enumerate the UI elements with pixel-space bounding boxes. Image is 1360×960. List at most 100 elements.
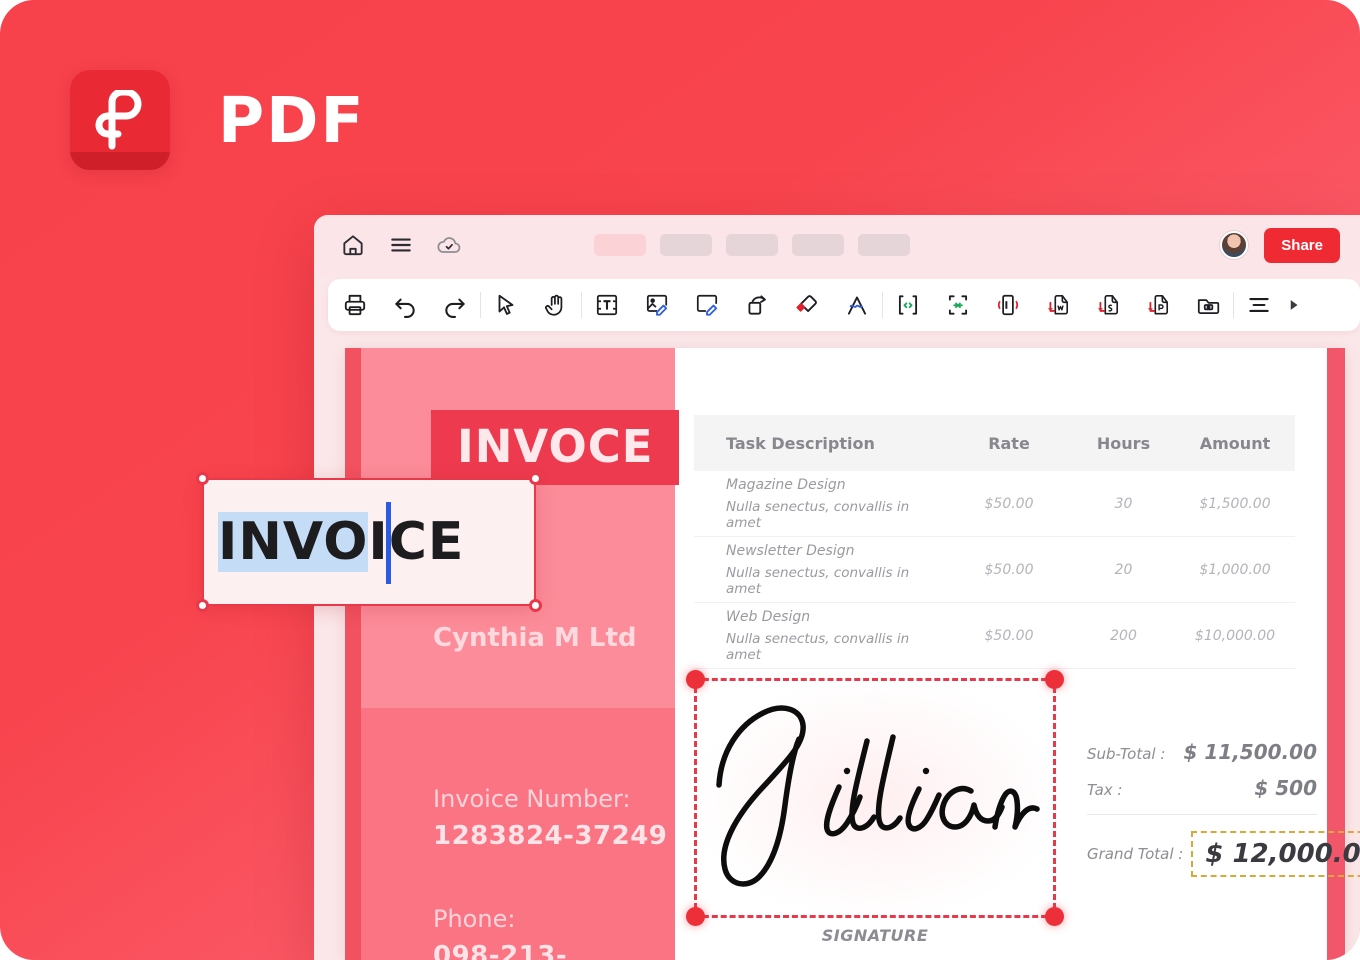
window-chrome-bar: Share	[314, 215, 1360, 275]
organize-pages-icon[interactable]	[1195, 292, 1221, 318]
document-page[interactable]: INVOCE Cynthia M Ltd Invoice Number: 128…	[345, 348, 1360, 960]
pdf-logo-icon	[70, 70, 170, 170]
tab-4[interactable]	[792, 234, 844, 256]
edit-handle-top-left[interactable]	[196, 472, 209, 485]
editing-toolbar	[328, 279, 1360, 331]
task-hours: 200	[1110, 627, 1137, 644]
line-items-table: Task Description Rate Hours Amount Magaz…	[694, 415, 1295, 669]
redo-icon[interactable]	[442, 292, 468, 318]
task-description: Nulla senectus, convallis in amet	[726, 498, 910, 531]
subtotal-label: Sub-Total :	[1087, 745, 1166, 763]
edit-handle-top-right[interactable]	[529, 472, 542, 485]
subtotal-value: $ 11,500.00	[1183, 740, 1318, 764]
column-header-rate: Rate	[988, 433, 1030, 453]
logo-foot	[70, 152, 170, 170]
phone-value: 098-213-892319	[433, 941, 568, 960]
task-rate: $50.00	[984, 627, 1034, 644]
signature-handle-top-left[interactable]	[686, 670, 705, 689]
task-hours: 20	[1114, 561, 1133, 578]
merge-pages-icon[interactable]	[945, 292, 971, 318]
invoice-left-panel: INVOCE Cynthia M Ltd Invoice Number: 128…	[361, 348, 680, 960]
column-header-amount: Amount	[1199, 433, 1271, 453]
export-excel-icon[interactable]	[1095, 292, 1121, 318]
grand-total-row: Grand Total : $ 12,000.00	[1087, 831, 1360, 877]
signature-handle-bottom-left[interactable]	[686, 907, 705, 926]
avatar[interactable]	[1220, 231, 1249, 259]
remaining-text: ICE	[368, 512, 465, 572]
subtotal-row: Sub-Total : $ 11,500.00	[1087, 740, 1317, 764]
table-row[interactable]: Newsletter Design Nulla senectus, conval…	[694, 537, 1295, 603]
select-cursor-icon[interactable]	[493, 292, 519, 318]
signature-handle-top-right[interactable]	[1045, 670, 1064, 689]
task-hours: 30	[1114, 495, 1133, 512]
table-row[interactable]: Magazine Design Nulla senectus, convalli…	[694, 471, 1295, 537]
task-amount: $10,000.00	[1194, 627, 1276, 644]
chrome-icon-group	[340, 232, 462, 258]
invoice-number-value: 1283824-37249	[433, 821, 668, 851]
signature-caption: SIGNATURE	[821, 926, 929, 945]
signature-handle-bottom-right[interactable]	[1045, 907, 1064, 926]
signature-image	[716, 705, 1040, 887]
rotate-object-icon[interactable]	[744, 292, 770, 318]
task-amount: $1,000.00	[1199, 561, 1271, 578]
selected-text: INVO	[218, 512, 369, 572]
menu-icon[interactable]	[388, 232, 414, 258]
brand: PDF	[70, 70, 366, 170]
cloud-check-icon[interactable]	[436, 232, 462, 258]
pan-hand-icon[interactable]	[543, 292, 569, 318]
task-rate: $50.00	[984, 561, 1034, 578]
column-header-task-description: Task Description	[726, 433, 875, 453]
tab-3[interactable]	[726, 234, 778, 256]
tab-placeholders	[594, 234, 910, 256]
task-amount: $1,500.00	[1199, 495, 1271, 512]
task-description: Nulla senectus, convallis in amet	[726, 630, 910, 663]
edit-handle-bottom-left[interactable]	[196, 599, 209, 612]
column-header-hours: Hours	[1096, 433, 1151, 453]
text-edit-value[interactable]: INVOICE	[218, 512, 464, 572]
signature-selection-box[interactable]	[686, 670, 1064, 926]
totals-divider	[1087, 814, 1317, 815]
add-text-box-icon[interactable]	[594, 292, 620, 318]
export-word-icon[interactable]	[1045, 292, 1071, 318]
task-name: Newsletter Design	[726, 542, 855, 559]
grand-total-value[interactable]: $ 12,000.00	[1191, 831, 1360, 877]
edit-page-icon[interactable]	[694, 292, 720, 318]
text-edit-box[interactable]: INVOICE	[196, 472, 542, 612]
compress-pdf-icon[interactable]	[995, 292, 1021, 318]
split-pages-icon[interactable]	[895, 292, 921, 318]
phone-label: Phone:	[433, 905, 516, 933]
align-text-icon[interactable]	[1246, 292, 1272, 318]
tax-value: $ 500	[1254, 776, 1317, 800]
tax-row: Tax : $ 500	[1087, 776, 1317, 800]
task-name: Magazine Design	[726, 476, 846, 493]
table-row[interactable]: Web Design Nulla senectus, convallis in …	[694, 603, 1295, 669]
table-header-row: Task Description Rate Hours Amount	[694, 415, 1295, 471]
signature-curve-icon[interactable]	[844, 292, 870, 318]
invoice-title-background[interactable]: INVOCE	[431, 410, 680, 485]
more-tools-icon[interactable]	[1284, 296, 1302, 314]
tax-label: Tax :	[1087, 781, 1123, 799]
company-name: Cynthia M Ltd	[433, 623, 637, 653]
task-name: Web Design	[726, 608, 811, 625]
edit-image-icon[interactable]	[644, 292, 670, 318]
invoice-number-label: Invoice Number:	[433, 785, 631, 813]
chrome-right-group: Share	[1220, 227, 1340, 263]
share-button[interactable]: Share	[1264, 227, 1340, 263]
print-icon[interactable]	[342, 292, 368, 318]
tab-1[interactable]	[594, 234, 646, 256]
brand-wordmark: PDF	[218, 83, 366, 157]
tab-2[interactable]	[660, 234, 712, 256]
grand-total-label: Grand Total :	[1087, 845, 1184, 863]
task-description: Nulla senectus, convallis in amet	[726, 564, 910, 597]
text-caret	[386, 502, 391, 584]
export-powerpoint-icon[interactable]	[1145, 292, 1171, 318]
undo-icon[interactable]	[392, 292, 418, 318]
eraser-icon[interactable]	[794, 292, 820, 318]
hero-card: PDF Share INVOCE Cynthia M Ltd Invoice N…	[0, 0, 1360, 960]
task-rate: $50.00	[984, 495, 1034, 512]
totals-section: Sub-Total : $ 11,500.00 Tax : $ 500 Gran…	[1087, 740, 1360, 877]
document-left-accent-strip	[345, 348, 361, 960]
edit-handle-bottom-right[interactable]	[529, 599, 542, 612]
home-icon[interactable]	[340, 232, 366, 258]
tab-5[interactable]	[858, 234, 910, 256]
